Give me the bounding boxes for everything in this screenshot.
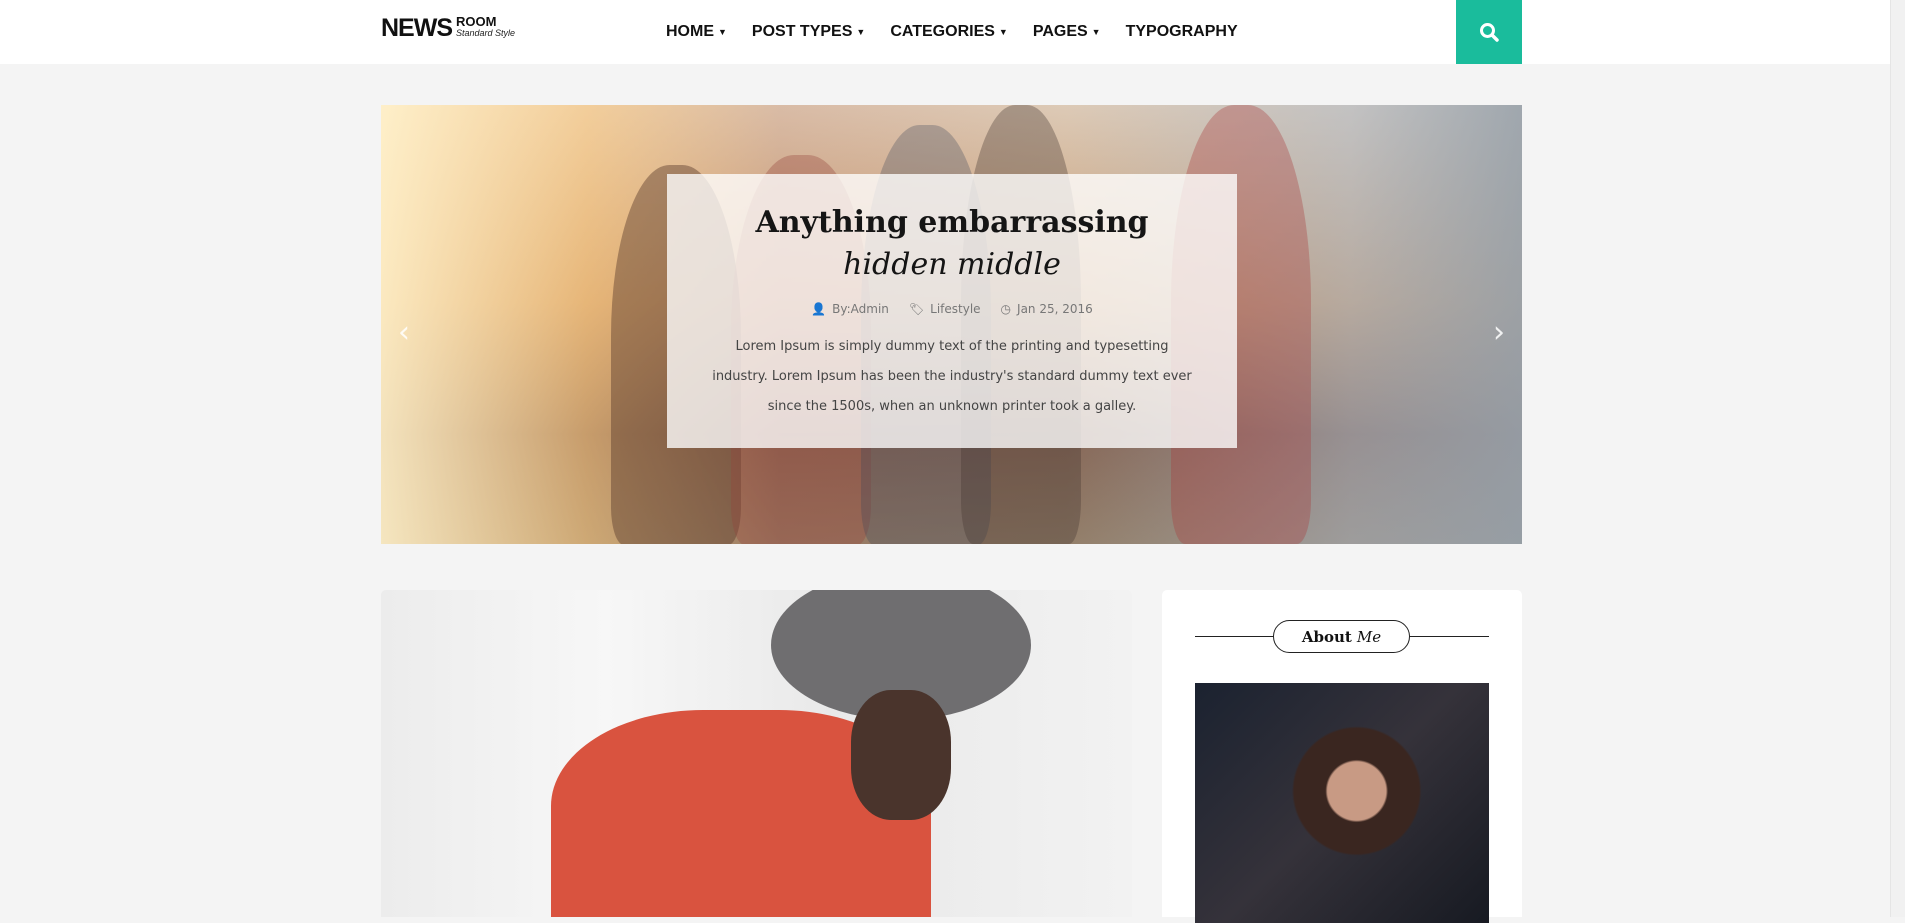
nav-typography[interactable]: TYPOGRAPHY bbox=[1126, 23, 1238, 41]
post-author[interactable]: By:Admin bbox=[832, 302, 889, 316]
nav-categories[interactable]: CATEGORIES ▼ bbox=[890, 23, 1008, 41]
slide-title[interactable]: Anything embarrassing hidden middle bbox=[667, 202, 1237, 286]
caret-down-icon: ▼ bbox=[718, 27, 727, 37]
clock-icon: ◷ bbox=[1000, 302, 1012, 316]
nav-post-types[interactable]: POST TYPES ▼ bbox=[752, 23, 865, 41]
logo-sub: ROOM bbox=[456, 14, 497, 29]
logo-main: NEWS bbox=[381, 14, 453, 42]
nav-label: TYPOGRAPHY bbox=[1125, 23, 1238, 40]
nav-label: CATEGORIES bbox=[890, 23, 995, 40]
site-logo[interactable]: NEWS ROOM Standard Style bbox=[381, 15, 515, 41]
search-button[interactable] bbox=[1456, 0, 1522, 64]
caret-down-icon: ▼ bbox=[1091, 27, 1101, 37]
logo-tagline: Standard Style bbox=[456, 28, 516, 38]
featured-slider: Anything embarrassing hidden middle 👤 By:… bbox=[381, 105, 1522, 544]
slide-title-italic: hidden middle bbox=[843, 247, 1061, 282]
search-icon bbox=[1480, 23, 1499, 42]
chevron-left-icon[interactable]: ‹ bbox=[398, 315, 410, 350]
widget-title: About Me bbox=[1195, 620, 1489, 654]
nav-label: HOME bbox=[666, 23, 714, 40]
post-date: Jan 25, 2016 bbox=[1017, 302, 1093, 316]
main-nav: HOME ▼ POST TYPES ▼ CATEGORIES ▼ PAGES ▼ TYP… bbox=[666, 0, 1238, 64]
widget-title-italic: Me bbox=[1356, 627, 1382, 646]
slide-title-bold: Anything embarrassing bbox=[755, 205, 1149, 240]
chevron-right-icon[interactable]: › bbox=[1493, 315, 1505, 350]
caret-down-icon: ▼ bbox=[856, 27, 866, 37]
post-card[interactable] bbox=[381, 590, 1132, 917]
post-image bbox=[381, 590, 1132, 917]
site-header: NEWS ROOM Standard Style HOME ▼ POST TYPE… bbox=[0, 0, 1890, 64]
post-meta: 👤 By:Admin 🏷 Lifestyle ◷ Jan 25, 2016 bbox=[667, 302, 1237, 316]
slide-excerpt: Lorem Ipsum is simply dummy text of the … bbox=[712, 339, 1192, 414]
widget-title-bold: About bbox=[1301, 627, 1352, 646]
page-scrollbar[interactable] bbox=[1890, 0, 1905, 917]
nav-label: POST TYPES bbox=[751, 23, 853, 40]
tags-icon: 🏷 bbox=[908, 302, 925, 316]
nav-label: PAGES bbox=[1032, 23, 1088, 40]
post-category[interactable]: Lifestyle bbox=[930, 302, 980, 316]
nav-pages[interactable]: PAGES ▼ bbox=[1033, 23, 1101, 41]
caret-down-icon: ▼ bbox=[998, 27, 1008, 37]
nav-home[interactable]: HOME ▼ bbox=[666, 23, 727, 41]
user-icon: 👤 bbox=[811, 302, 827, 316]
about-me-photo bbox=[1195, 683, 1489, 923]
slide-caption: Anything embarrassing hidden middle 👤 By:… bbox=[667, 174, 1237, 448]
sidebar-about-widget: About Me bbox=[1162, 590, 1522, 923]
